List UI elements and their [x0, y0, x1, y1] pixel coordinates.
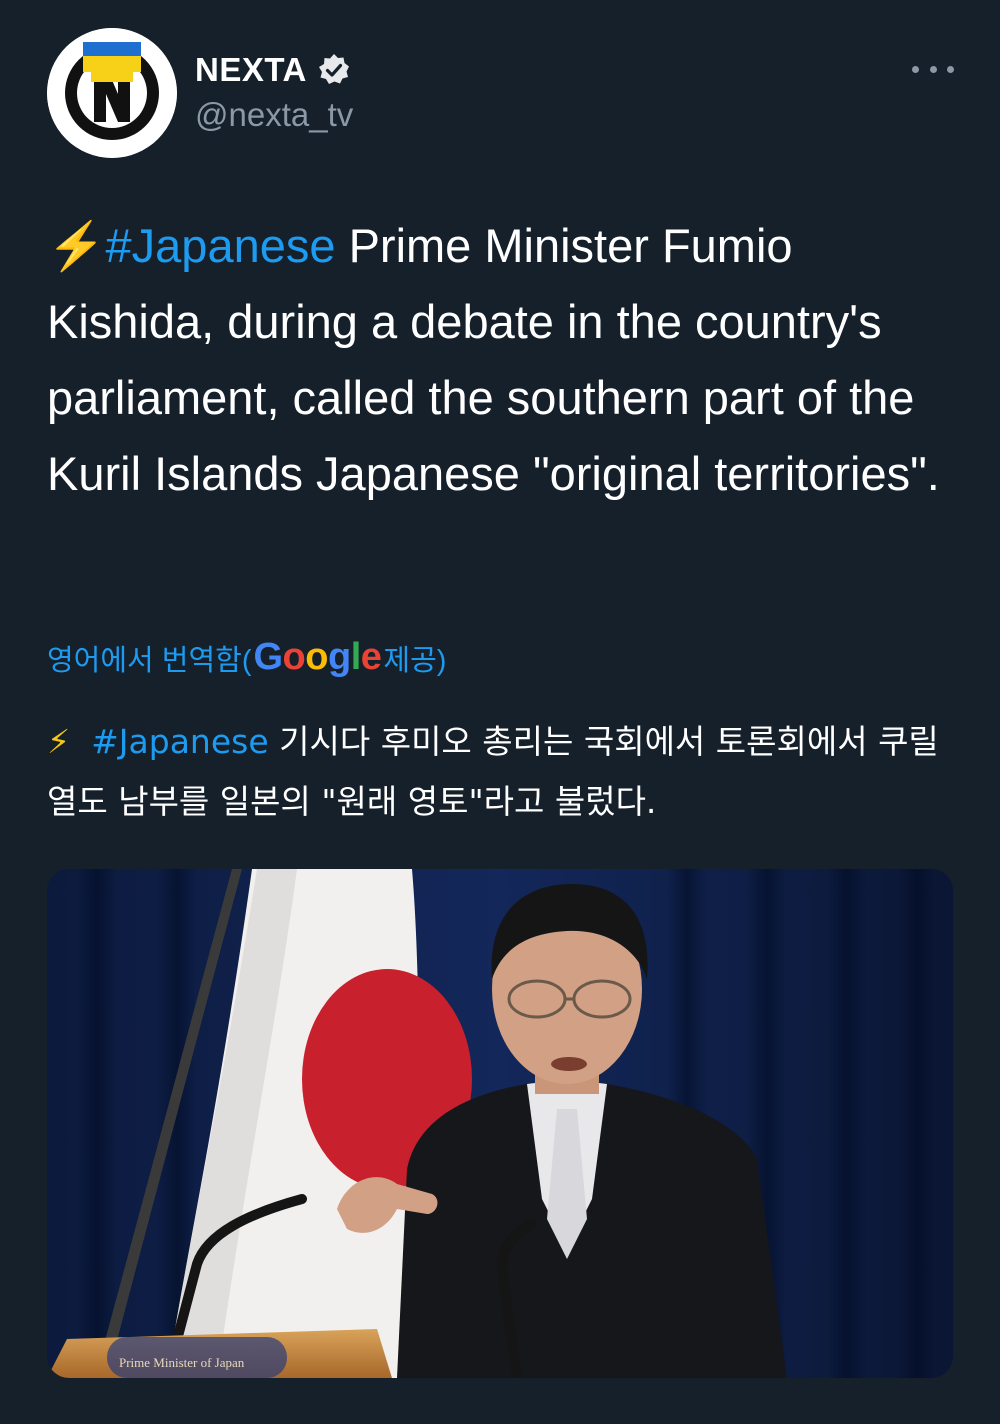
hashtag-link[interactable]: #Japanese: [91, 722, 269, 761]
account-handle[interactable]: @nexta_tv: [195, 96, 353, 134]
tweet-photo[interactable]: Prime Minister of Japan: [47, 869, 953, 1378]
translation-label: 영어에서 번역함(: [47, 644, 252, 677]
tweet-text: ⚡#Japanese Prime Minister Fumio Kishida,…: [47, 208, 947, 512]
nexta-logo-icon: [47, 28, 177, 158]
translated-text: ⚡ #Japanese 기시다 후미오 총리는 국회에서 토론회에서 쿠릴 열도…: [47, 712, 947, 832]
more-options-icon[interactable]: [912, 52, 954, 86]
tweet-card: NEXTA @nexta_tv ⚡#Japanese Prime Ministe…: [0, 0, 1000, 1424]
translation-attribution[interactable]: 영어에서 번역함( Google 제공): [47, 636, 446, 679]
hashtag-link[interactable]: #Japanese: [106, 219, 336, 272]
podium-text: Prime Minister of Japan: [119, 1355, 245, 1370]
dot: [947, 65, 954, 73]
display-name[interactable]: NEXTA: [195, 51, 307, 89]
google-logo: Google: [253, 636, 382, 678]
avatar[interactable]: [47, 28, 177, 158]
translation-suffix: 제공): [383, 644, 447, 677]
verified-badge-icon: [317, 53, 351, 87]
lightning-emoji-icon: ⚡: [47, 722, 71, 761]
lightning-emoji-icon: ⚡: [47, 219, 106, 272]
dot: [912, 65, 919, 73]
dot: [929, 65, 937, 73]
name-row: NEXTA: [195, 50, 351, 90]
